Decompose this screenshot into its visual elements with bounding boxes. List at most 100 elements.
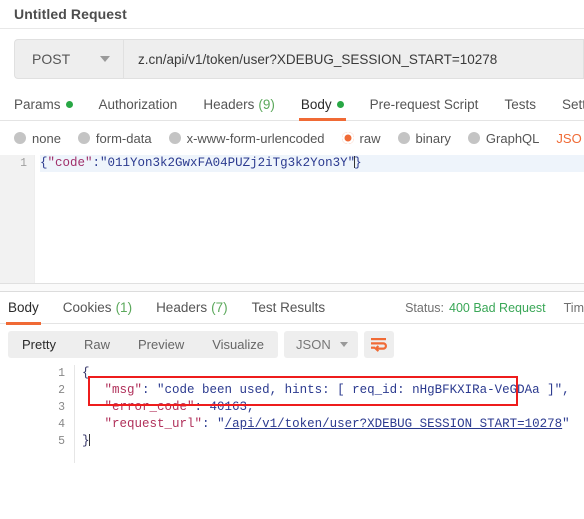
request-tabs: Params Authorization Headers (9) Body Pr… (0, 89, 584, 121)
chevron-down-icon (339, 342, 348, 347)
word-wrap-button[interactable] (363, 331, 394, 358)
params-modified-dot-icon (65, 100, 73, 108)
request-body-editor[interactable]: 1 {"code":"011Yon3k2GwxFA04PUZj2iTg3k2Yo… (0, 155, 584, 283)
request-title-bar: Untitled Request (0, 0, 584, 28)
time-label: Tim (563, 300, 584, 315)
tab-headers-label: Headers (203, 96, 255, 112)
response-tab-body[interactable]: Body (6, 292, 41, 325)
response-format-dropdown[interactable]: JSON (284, 331, 358, 358)
request-code-open-brace: { (40, 156, 48, 170)
request-code-value: "011Yon3k2GwxFA04PUZj2iTg3k2Yon3Y" (100, 156, 356, 170)
response-body-editor[interactable]: 1 2 3 4 5 { "msg": "code been used, hint… (0, 365, 584, 463)
response-error-code-sep: : (194, 400, 210, 414)
response-tab-body-label: Body (8, 300, 39, 315)
url-row: POST z.cn/api/v1/token/user?XDEBUG_SESSI… (0, 29, 584, 89)
response-tab-headers[interactable]: Headers (7) (156, 292, 228, 324)
request-line-number: 1 (20, 157, 27, 170)
response-tabs: Body Cookies (1) Headers (7) Test Result… (0, 292, 584, 325)
request-code-area[interactable]: {"code":"011Yon3k2GwxFA04PUZj2iTg3k2Yon3… (34, 155, 584, 172)
response-view-mode-group: Pretty Raw Preview Visualize (8, 331, 279, 358)
radio-none-icon (14, 132, 26, 144)
response-error-code-key: "error_code" (104, 400, 195, 414)
response-code-line-5: } (82, 433, 584, 450)
body-type-none[interactable]: none (14, 131, 61, 146)
response-error-code-value: 40163, (209, 400, 255, 414)
radio-raw-icon (341, 132, 354, 144)
tab-authorization[interactable]: Authorization (99, 88, 178, 120)
response-format-label: JSON (296, 337, 331, 352)
status-badge: 400 Bad Request (449, 300, 546, 315)
tab-pre-request-script[interactable]: Pre-request Script (370, 88, 479, 120)
request-code-colon: : (92, 156, 101, 170)
tab-body-label: Body (300, 96, 332, 112)
response-toolbar: Pretty Raw Preview Visualize JSON (0, 324, 584, 365)
http-method-dropdown[interactable]: POST (14, 39, 123, 79)
response-status-group: Status: 400 Bad Request Tim (405, 301, 584, 315)
response-tab-test-results-label: Test Results (251, 300, 326, 315)
request-code-close-brace: } (354, 156, 362, 170)
response-line-number: 4 (58, 418, 65, 431)
response-request-url-value[interactable]: /api/v1/token/user?XDEBUG_SESSION_START=… (225, 417, 563, 431)
response-request-url-key: "request_url" (104, 417, 203, 431)
tab-headers-count: (9) (258, 96, 275, 112)
body-format-dropdown[interactable]: JSO (556, 131, 581, 146)
bottom-filler (0, 463, 584, 503)
response-open-brace: { (82, 366, 90, 380)
response-editor-gutter: 1 2 3 4 5 (0, 365, 75, 463)
response-tab-cookies-count: (1) (115, 300, 133, 315)
request-code-key: "code" (47, 156, 93, 170)
response-request-url-quote-close: " (562, 417, 570, 431)
tab-tests-label: Tests (504, 96, 536, 112)
view-mode-raw[interactable]: Raw (70, 331, 124, 358)
response-code-area[interactable]: { "msg": "code been used, hints: [ req_i… (74, 365, 584, 450)
response-code-line-1: { (82, 365, 584, 382)
tab-tests[interactable]: Tests (504, 88, 536, 120)
response-request-url-quote-open: " (217, 417, 225, 431)
request-editor-gutter: 1 (0, 155, 35, 283)
tab-body[interactable]: Body (298, 88, 346, 121)
response-msg-key: "msg" (104, 383, 143, 397)
tab-params[interactable]: Params (14, 88, 73, 120)
radio-urlencoded-icon (168, 132, 181, 144)
response-text-caret (88, 434, 90, 446)
word-wrap-icon (371, 338, 388, 352)
body-type-raw-label: raw (359, 130, 381, 146)
body-type-graphql[interactable]: GraphQL (467, 130, 540, 146)
response-code-line-4: "request_url": "/api/v1/token/user?XDEBU… (82, 416, 584, 433)
view-mode-visualize[interactable]: Visualize (198, 331, 278, 358)
status-label: Status: (405, 300, 445, 315)
body-type-selector: none form-data x-www-form-urlencoded raw… (0, 121, 584, 155)
response-tab-headers-count: (7) (211, 300, 228, 315)
body-modified-dot-icon (336, 100, 344, 108)
body-type-raw[interactable]: raw (341, 130, 381, 146)
tab-authorization-label: Authorization (98, 96, 178, 112)
response-tab-headers-label: Headers (156, 300, 208, 315)
response-tab-test-results[interactable]: Test Results (252, 292, 326, 324)
body-type-urlencoded[interactable]: x-www-form-urlencoded (168, 131, 325, 146)
response-line-number: 5 (58, 435, 65, 448)
response-msg-sep: : (142, 383, 158, 397)
view-mode-preview[interactable]: Preview (124, 331, 198, 358)
response-request-url-sep: : (202, 417, 218, 431)
request-code-line-1[interactable]: {"code":"011Yon3k2GwxFA04PUZj2iTg3k2Yon3… (40, 155, 584, 172)
view-mode-pretty[interactable]: Pretty (8, 331, 70, 358)
body-type-binary[interactable]: binary (397, 130, 451, 146)
response-tab-cookies[interactable]: Cookies (1) (63, 292, 132, 324)
chevron-down-icon (100, 56, 110, 62)
radio-form-data-icon (77, 132, 90, 144)
response-code-line-2: "msg": "code been used, hints: [ req_id:… (82, 382, 584, 399)
body-type-none-label: none (32, 130, 61, 146)
response-line-number: 1 (58, 367, 65, 380)
tab-settings[interactable]: Sett (562, 88, 584, 120)
tab-headers[interactable]: Headers (9) (203, 88, 275, 120)
radio-graphql-icon (467, 132, 480, 144)
url-input[interactable]: z.cn/api/v1/token/user?XDEBUG_SESSION_ST… (123, 39, 584, 79)
tab-pre-request-script-label: Pre-request Script (369, 96, 479, 112)
page-title: Untitled Request (14, 6, 127, 22)
http-method-label: POST (32, 51, 71, 67)
body-type-form-data[interactable]: form-data (77, 131, 152, 146)
body-type-binary-label: binary (415, 130, 451, 146)
response-msg-value: "code been used, hints: [ req_id: nHgBFK… (157, 383, 570, 397)
response-line-number: 2 (58, 384, 65, 397)
body-type-graphql-label: GraphQL (485, 130, 540, 146)
